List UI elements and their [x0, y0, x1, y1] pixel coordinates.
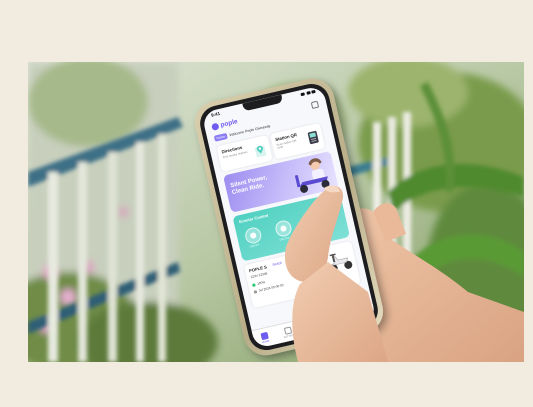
tab-support[interactable]: SUPPORT — [332, 314, 347, 327]
power-label: ON/OFF — [249, 243, 260, 249]
photo: 9:41 pople Notice Welcome Pople Giveaway… — [28, 62, 524, 362]
banner-text: Silent Power, Clean Ride. — [229, 175, 268, 197]
tab-label: HOME — [261, 339, 270, 344]
rider-illustration — [294, 158, 330, 193]
tab-my-ride[interactable]: MY RIDE — [307, 320, 320, 333]
calendar-icon — [253, 289, 258, 294]
tab-home[interactable]: HOME — [260, 331, 270, 344]
status-time: 9:41 — [210, 110, 221, 118]
status-icons — [300, 89, 316, 97]
battery-value: 100% — [256, 280, 266, 286]
tab-more[interactable]: MORE — [359, 308, 369, 321]
switch-link[interactable]: Switch — [272, 261, 283, 267]
notice-badge: Notice — [213, 133, 228, 142]
bell-icon[interactable] — [310, 100, 320, 109]
tab-label: MORE — [360, 316, 369, 321]
battery-row: 100% — [252, 280, 266, 287]
map-pin-icon — [254, 145, 267, 158]
controls-title: Scooter Control — [238, 212, 269, 225]
station-icon — [307, 130, 319, 145]
logo-text: pople — [219, 118, 239, 129]
logo-mark-icon — [211, 122, 220, 131]
unlock-label: UNLOCK — [279, 236, 291, 242]
tab-battery[interactable]: BATTERY — [282, 325, 296, 339]
find-me-label: FIND ME — [309, 229, 321, 235]
scooter-image — [329, 253, 353, 273]
battery-icon — [252, 282, 256, 287]
